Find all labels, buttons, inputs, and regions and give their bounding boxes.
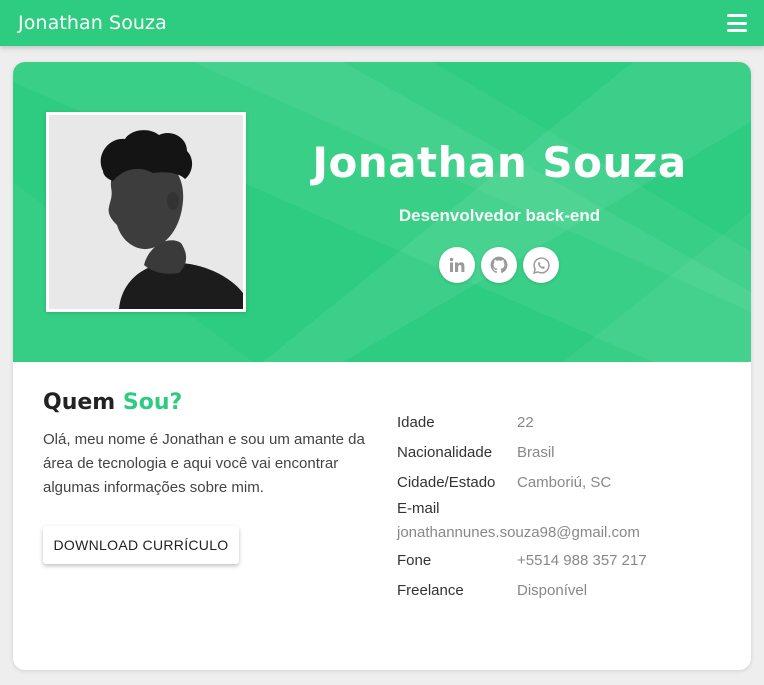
about-title-main: Quem bbox=[43, 390, 116, 415]
about-text: Olá, meu nome é Jonathan e sou um amante… bbox=[43, 431, 365, 496]
github-icon bbox=[490, 256, 508, 274]
hero-banner: Jonathan Souza Desenvolvedor back-end bbox=[13, 62, 751, 362]
info-row-email: E-mail jonathannunes.souza98@gmail.com bbox=[397, 497, 737, 545]
info-row-city: Cidade/Estado Camboriú, SC bbox=[397, 467, 737, 497]
profile-photo bbox=[49, 115, 243, 309]
info-label: Nacionalidade bbox=[397, 443, 493, 461]
download-cv-button[interactable]: DOWNLOAD CURRÍCULO bbox=[43, 526, 239, 564]
info-value: Brasil bbox=[517, 443, 555, 461]
info-row-phone: Fone +5514 988 357 217 bbox=[397, 545, 737, 575]
hamburger-menu-icon[interactable] bbox=[727, 14, 747, 32]
info-label: Fone bbox=[397, 551, 432, 569]
social-links bbox=[439, 247, 559, 283]
info-label: Cidade/Estado bbox=[397, 473, 496, 491]
info-value: Camboriú, SC bbox=[517, 473, 612, 491]
info-row-nationality: Nacionalidade Brasil bbox=[397, 437, 737, 467]
info-label: E-mail bbox=[397, 500, 440, 517]
hero-role: Desenvolvedor back-end bbox=[398, 206, 601, 225]
info-value: Disponível bbox=[517, 581, 588, 599]
personal-info: Idade 22 Nacionalidade Brasil Cidade/Est… bbox=[397, 407, 737, 605]
whatsapp-button[interactable] bbox=[523, 247, 559, 283]
about-title: Quem Sou? bbox=[43, 390, 182, 415]
avatar bbox=[46, 112, 246, 312]
phone-link[interactable]: +5514 988 357 217 bbox=[517, 552, 647, 569]
info-row-freelance: Freelance Disponível bbox=[397, 575, 737, 605]
navbar-brand[interactable]: Jonathan Souza bbox=[18, 12, 167, 34]
info-label: Freelance bbox=[397, 581, 464, 599]
linkedin-icon bbox=[449, 257, 465, 272]
email-link[interactable]: jonathannunes.souza98@gmail.com bbox=[397, 521, 737, 545]
navbar: Jonathan Souza bbox=[0, 0, 764, 46]
about-title-accent: Sou? bbox=[122, 390, 183, 415]
linkedin-button[interactable] bbox=[439, 247, 475, 283]
whatsapp-icon bbox=[532, 256, 550, 274]
info-row-age: Idade 22 bbox=[397, 407, 737, 437]
info-value: 22 bbox=[517, 413, 534, 431]
github-button[interactable] bbox=[481, 247, 517, 283]
profile-card: Jonathan Souza Desenvolvedor back-end Qu… bbox=[13, 62, 751, 670]
hero-name: Jonathan Souza bbox=[312, 138, 687, 187]
info-label: Idade bbox=[397, 413, 435, 431]
